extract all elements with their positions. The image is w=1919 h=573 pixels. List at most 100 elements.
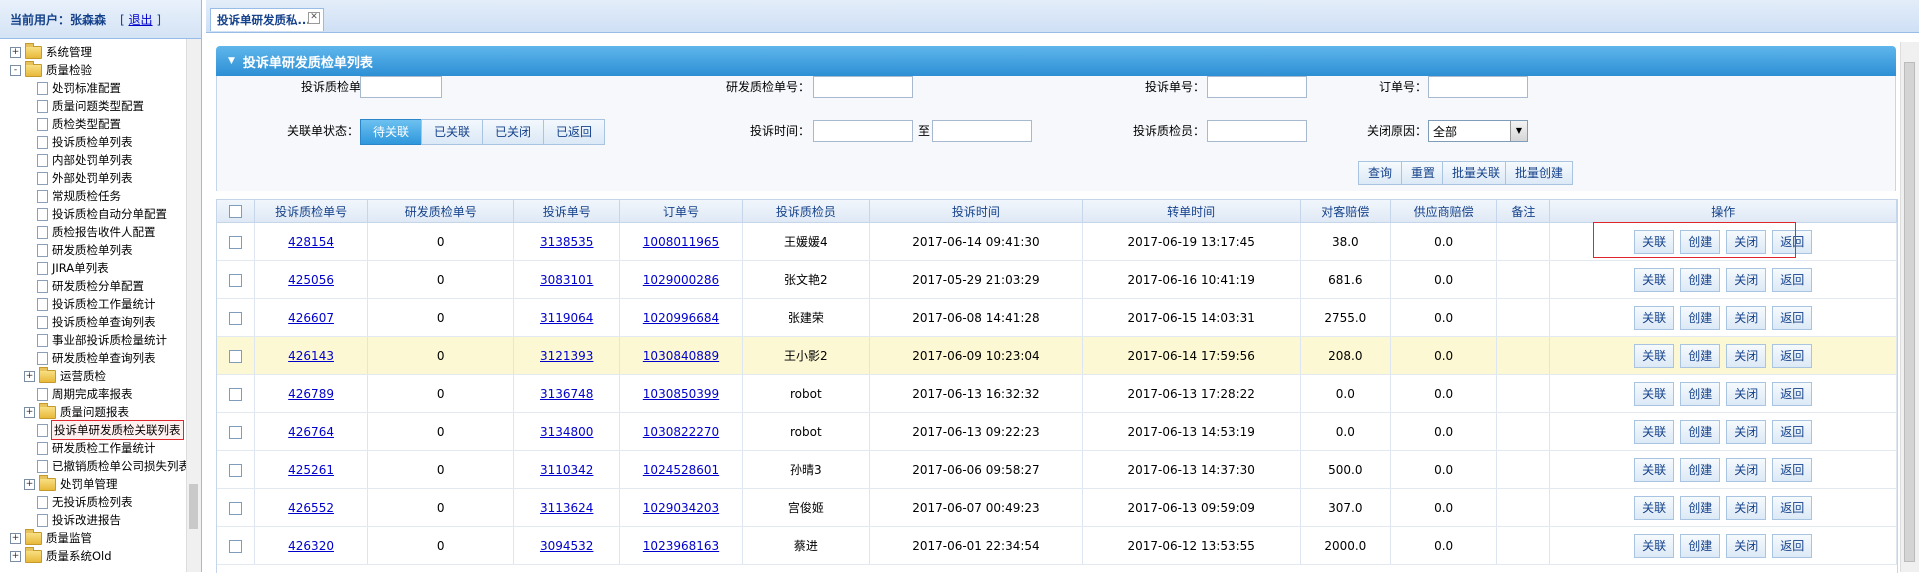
return-button[interactable]: 返回 <box>1772 419 1813 444</box>
row-checkbox[interactable] <box>228 311 242 325</box>
complaint-qc-no-link[interactable]: 426764 <box>288 425 334 439</box>
close-button[interactable]: 关闭 <box>1726 419 1767 444</box>
nav-item[interactable]: - 质量检验 <box>0 60 201 79</box>
nav-item[interactable]: 投诉质检工作量统计 <box>0 295 201 313</box>
expand-icon[interactable]: + <box>24 478 35 490</box>
complaint-no-link[interactable]: 3138535 <box>540 235 593 249</box>
table-row[interactable]: 426143 0 3121393 1030840889 王小影2 2017-06-09 1… <box>217 336 1897 375</box>
close-button[interactable]: 关闭 <box>1726 381 1767 406</box>
complaint-no-link[interactable]: 3119064 <box>540 311 593 325</box>
batch-link-button[interactable]: 批量关联 <box>1442 161 1511 185</box>
link-button[interactable]: 关联 <box>1634 533 1675 558</box>
nav-item[interactable]: JIRA单列表 <box>0 259 201 277</box>
nav-item[interactable]: 投诉质检单列表 <box>0 133 201 151</box>
col-customer-compensation[interactable]: 对客赔偿 <box>1300 200 1391 223</box>
table-row[interactable]: 425056 0 3083101 1029000286 张文艳2 2017-05-29 2… <box>217 260 1897 299</box>
nav-item[interactable]: 无投诉质检列表 <box>0 493 201 511</box>
nav-item[interactable]: 质检类型配置 <box>0 115 201 133</box>
nav-item[interactable]: 外部处罚单列表 <box>0 169 201 187</box>
close-button[interactable]: 关闭 <box>1726 457 1767 482</box>
order-no-link[interactable]: 1029034203 <box>643 501 719 515</box>
create-button[interactable]: 创建 <box>1680 381 1721 406</box>
row-checkbox[interactable] <box>228 273 242 287</box>
close-button[interactable]: 关闭 <box>1726 533 1767 558</box>
create-button[interactable]: 创建 <box>1680 229 1721 254</box>
collapse-triangle-icon[interactable]: ▼ <box>228 56 235 66</box>
complaint-no-input[interactable] <box>1207 76 1307 98</box>
complaint-no-link[interactable]: 3110342 <box>540 463 593 477</box>
complaint-no-link[interactable]: 3136748 <box>540 387 593 401</box>
close-tab-icon[interactable]: ✕ <box>308 12 320 24</box>
order-no-link[interactable]: 1024528601 <box>643 463 719 477</box>
return-button[interactable]: 返回 <box>1772 343 1813 368</box>
order-no-link[interactable]: 1030850399 <box>643 387 719 401</box>
complaint-no-link[interactable]: 3083101 <box>540 273 593 287</box>
link-button[interactable]: 关联 <box>1634 305 1675 330</box>
nav-item[interactable]: 研发质检单查询列表 <box>0 349 201 367</box>
nav-item[interactable]: 投诉单研发质检关联列表 <box>0 420 201 440</box>
row-checkbox[interactable] <box>228 463 242 477</box>
expand-icon[interactable]: + <box>10 550 21 562</box>
create-button[interactable]: 创建 <box>1680 267 1721 292</box>
row-checkbox[interactable] <box>228 235 242 249</box>
complaint-time-end-input[interactable] <box>932 120 1032 142</box>
select-all-checkbox[interactable] <box>228 205 242 218</box>
col-complaint-qc-no[interactable]: 投诉质检单号 <box>254 200 369 223</box>
nav-item[interactable]: 投诉改进报告 <box>0 511 201 529</box>
complaint-no-link[interactable]: 3113624 <box>540 501 593 515</box>
complaint-no-link[interactable]: 3094532 <box>540 539 593 553</box>
col-order-no[interactable]: 订单号 <box>619 200 743 223</box>
row-checkbox[interactable] <box>228 425 242 439</box>
create-button[interactable]: 创建 <box>1680 305 1721 330</box>
complaint-qc-no-link[interactable]: 426320 <box>288 539 334 553</box>
reset-button[interactable]: 重置 <box>1401 161 1446 185</box>
table-row[interactable]: 426789 0 3136748 1030850399 robot 2017-06-13 … <box>217 374 1897 413</box>
nav-scrollbar[interactable] <box>186 39 201 572</box>
batch-create-button[interactable]: 批量创建 <box>1505 161 1574 185</box>
nav-item[interactable]: + 质量监管 <box>0 528 201 547</box>
nav-item[interactable]: 研发质检工作量统计 <box>0 439 201 457</box>
nav-item[interactable]: + 系统管理 <box>0 42 201 61</box>
row-checkbox[interactable] <box>228 539 242 553</box>
order-no-input[interactable] <box>1428 76 1528 98</box>
complaint-inspector-input[interactable] <box>1207 120 1307 142</box>
content-scrollbar[interactable] <box>1900 42 1919 572</box>
logout-link[interactable]: 退出 <box>129 13 153 27</box>
nav-item[interactable]: 事业部投诉质检量统计 <box>0 331 201 349</box>
create-button[interactable]: 创建 <box>1680 419 1721 444</box>
order-no-link[interactable]: 1020996684 <box>643 311 719 325</box>
tab-complaint-rd-link-list[interactable]: 投诉单研发质私... ✕ <box>210 8 324 31</box>
complaint-no-link[interactable]: 3134800 <box>540 425 593 439</box>
link-button[interactable]: 关联 <box>1634 457 1675 482</box>
col-complaint-inspector[interactable]: 投诉质检员 <box>742 200 871 223</box>
close-button[interactable]: 关闭 <box>1726 305 1767 330</box>
nav-item[interactable]: 处罚标准配置 <box>0 79 201 97</box>
col-rd-qc-no[interactable]: 研发质检单号 <box>367 200 515 223</box>
create-button[interactable]: 创建 <box>1680 343 1721 368</box>
complaint-qc-no-link[interactable]: 426789 <box>288 387 334 401</box>
nav-item[interactable]: + 处罚单管理 <box>0 474 201 493</box>
nav-item[interactable]: 已撤销质检单公司损失列表 <box>0 457 201 475</box>
close-button[interactable]: 关闭 <box>1726 495 1767 520</box>
order-no-link[interactable]: 1008011965 <box>643 235 719 249</box>
rd-qc-no-input[interactable] <box>813 76 913 98</box>
order-no-link[interactable]: 1030840889 <box>643 349 719 363</box>
link-button[interactable]: 关联 <box>1634 495 1675 520</box>
table-row[interactable]: 426607 0 3119064 1020996684 张建荣 2017-06-08 14… <box>217 298 1897 337</box>
order-no-link[interactable]: 1023968163 <box>643 539 719 553</box>
return-button[interactable]: 返回 <box>1772 381 1813 406</box>
link-button[interactable]: 关联 <box>1634 381 1675 406</box>
link-button[interactable]: 关联 <box>1634 267 1675 292</box>
col-transfer-time[interactable]: 转单时间 <box>1082 200 1301 223</box>
status-tab-pending[interactable]: 待关联 <box>360 119 423 145</box>
return-button[interactable]: 返回 <box>1772 229 1813 254</box>
expand-icon[interactable]: + <box>10 46 21 58</box>
nav-item[interactable]: 质量问题类型配置 <box>0 97 201 115</box>
order-no-link[interactable]: 1030822270 <box>643 425 719 439</box>
nav-item[interactable]: + 质量系统Old <box>0 546 201 565</box>
complaint-qc-no-link[interactable]: 426552 <box>288 501 334 515</box>
return-button[interactable]: 返回 <box>1772 457 1813 482</box>
nav-item[interactable]: 质检报告收件人配置 <box>0 223 201 241</box>
close-button[interactable]: 关闭 <box>1726 267 1767 292</box>
status-tab-linked[interactable]: 已关联 <box>421 119 484 145</box>
